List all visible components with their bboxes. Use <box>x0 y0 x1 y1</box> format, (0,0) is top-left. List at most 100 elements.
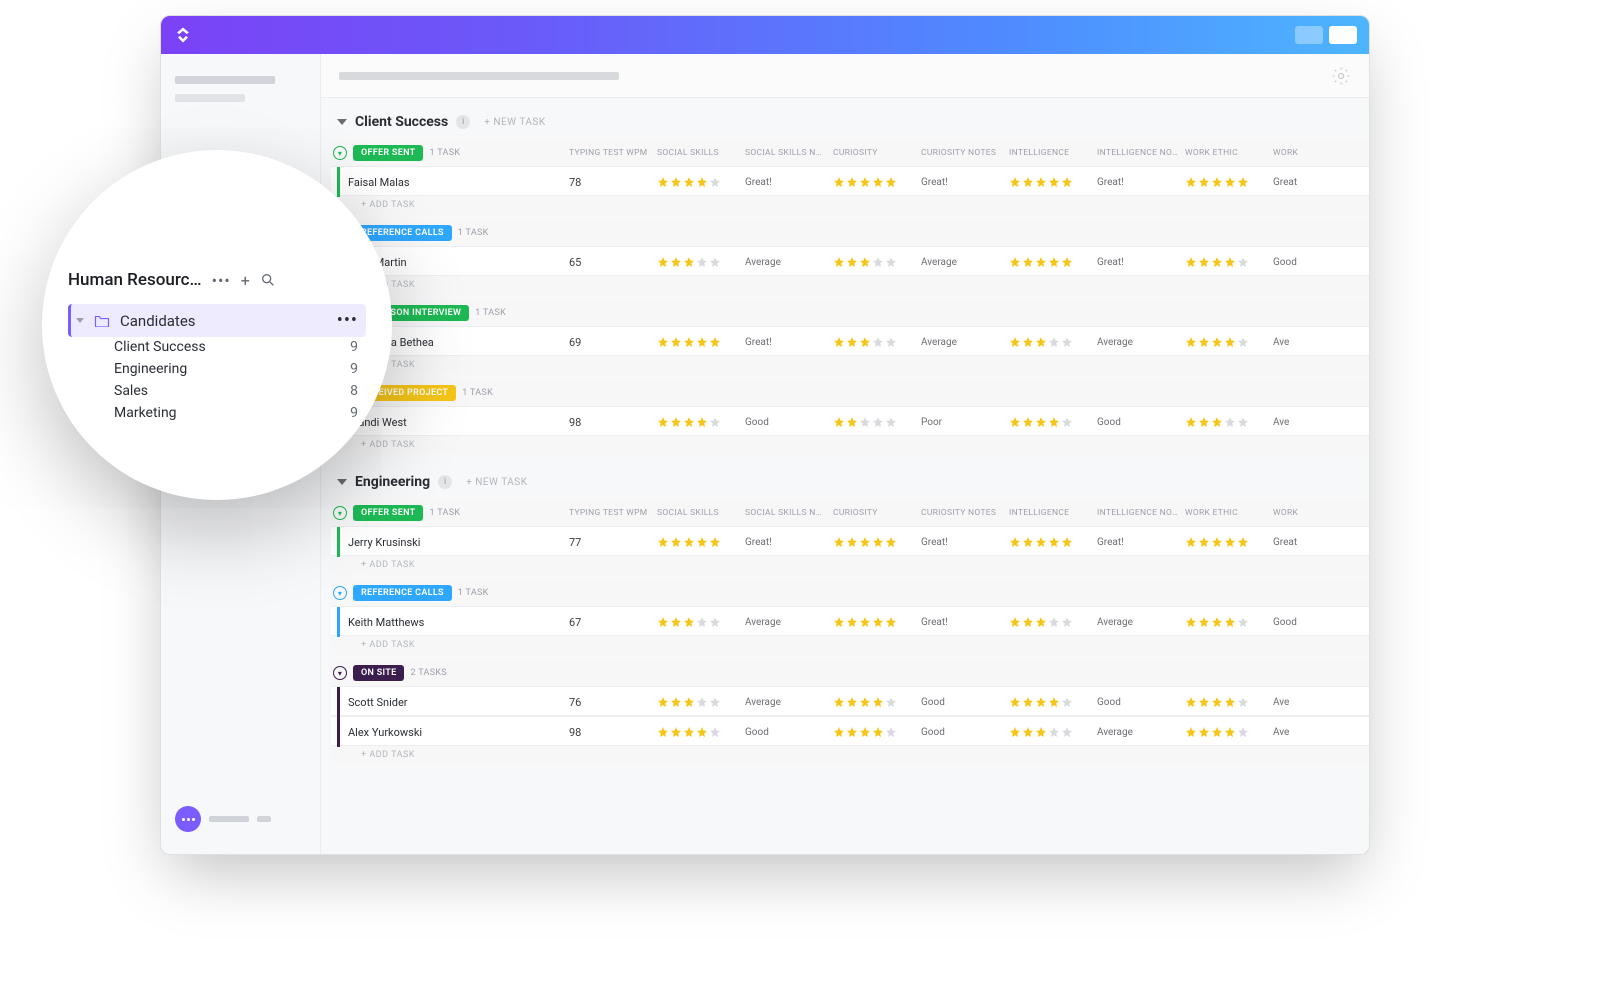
cell-typing-wpm[interactable]: 65 <box>569 256 657 269</box>
sidebar-list-item[interactable]: Engineering9 <box>68 361 366 377</box>
sidebar-list-item[interactable]: Marketing9 <box>68 405 366 421</box>
cell-social-skills[interactable] <box>657 536 745 548</box>
star-rating[interactable] <box>657 616 745 628</box>
cell-intelligence[interactable] <box>1009 616 1097 628</box>
star-rating[interactable] <box>833 176 921 188</box>
cell-social-notes[interactable]: Great! <box>745 177 833 188</box>
cell-social-notes[interactable]: Average <box>745 257 833 268</box>
cell-social-notes[interactable]: Average <box>745 697 833 708</box>
star-rating[interactable] <box>1185 696 1273 708</box>
cell-intelligence[interactable] <box>1009 176 1097 188</box>
star-rating[interactable] <box>657 726 745 738</box>
cell-curiosity-notes[interactable]: Poor <box>921 417 1009 428</box>
cell-intelligence-notes[interactable]: Average <box>1097 617 1185 628</box>
star-rating[interactable] <box>833 726 921 738</box>
star-rating[interactable] <box>1009 256 1097 268</box>
cell-social-notes[interactable]: Good <box>745 417 833 428</box>
cell-curiosity-notes[interactable]: Average <box>921 337 1009 348</box>
cell-curiosity[interactable] <box>833 176 921 188</box>
star-rating[interactable] <box>833 536 921 548</box>
cell-work-ethic[interactable] <box>1185 696 1273 708</box>
cell-intelligence[interactable] <box>1009 696 1097 708</box>
star-rating[interactable] <box>1009 536 1097 548</box>
status-pill[interactable]: OFFER SENT <box>353 145 423 161</box>
cell-social-skills[interactable] <box>657 336 745 348</box>
info-icon[interactable]: i <box>456 115 470 129</box>
cell-social-notes[interactable]: Great! <box>745 537 833 548</box>
cell-work-ethic-notes-partial[interactable]: Good <box>1273 257 1333 268</box>
task-row[interactable]: Scott Snider 76 Average Good Good Ave <box>331 686 1369 716</box>
collapse-status-icon[interactable]: ▾ <box>333 506 347 520</box>
star-rating[interactable] <box>1009 336 1097 348</box>
cell-social-skills[interactable] <box>657 616 745 628</box>
sidebar-folder-candidates[interactable]: Candidates ••• <box>68 304 366 337</box>
cell-curiosity-notes[interactable]: Good <box>921 697 1009 708</box>
cell-curiosity[interactable] <box>833 336 921 348</box>
task-row[interactable]: Alex Yurkowski 98 Good Good Average Ave <box>331 716 1369 746</box>
cell-work-ethic-notes-partial[interactable]: Ave <box>1273 417 1333 428</box>
cell-typing-wpm[interactable]: 76 <box>569 696 657 709</box>
cell-social-notes[interactable]: Great! <box>745 337 833 348</box>
cell-intelligence-notes[interactable]: Great! <box>1097 257 1185 268</box>
collapse-status-icon[interactable]: ▾ <box>333 666 347 680</box>
cell-intelligence[interactable] <box>1009 336 1097 348</box>
star-rating[interactable] <box>1009 416 1097 428</box>
star-rating[interactable] <box>657 696 745 708</box>
cell-intelligence-notes[interactable]: Great! <box>1097 177 1185 188</box>
cell-curiosity-notes[interactable]: Great! <box>921 177 1009 188</box>
add-task-link[interactable]: + ADD TASK <box>331 636 1369 654</box>
add-task-link[interactable]: + ADD TASK <box>331 556 1369 574</box>
cell-typing-wpm[interactable]: 98 <box>569 726 657 739</box>
collapse-status-icon[interactable]: ▾ <box>333 146 347 160</box>
add-task-link[interactable]: + ADD TASK <box>331 276 1369 294</box>
search-icon[interactable] <box>260 272 276 288</box>
cell-work-ethic-notes-partial[interactable]: Great <box>1273 177 1333 188</box>
new-task-link[interactable]: + NEW TASK <box>466 477 527 488</box>
task-row[interactable]: Brandi West 98 Good Poor Good Ave <box>331 406 1369 436</box>
task-row[interactable]: Faisal Malas 78 Great! Great! Great! Gre… <box>331 166 1369 196</box>
star-rating[interactable] <box>833 416 921 428</box>
task-row[interactable]: Alexandra Bethea 69 Great! Average Avera… <box>331 326 1369 356</box>
cell-work-ethic[interactable] <box>1185 256 1273 268</box>
cell-social-notes[interactable]: Good <box>745 727 833 738</box>
cell-intelligence-notes[interactable]: Great! <box>1097 537 1185 548</box>
cell-curiosity[interactable] <box>833 726 921 738</box>
more-menu-icon[interactable]: ••• <box>337 310 358 331</box>
star-rating[interactable] <box>657 536 745 548</box>
window-minimize-button[interactable] <box>1295 26 1323 44</box>
star-rating[interactable] <box>1185 536 1273 548</box>
star-rating[interactable] <box>1185 616 1273 628</box>
star-rating[interactable] <box>1009 616 1097 628</box>
new-task-link[interactable]: + NEW TASK <box>484 117 545 128</box>
star-rating[interactable] <box>833 336 921 348</box>
cell-intelligence-notes[interactable]: Good <box>1097 697 1185 708</box>
star-rating[interactable] <box>833 616 921 628</box>
chevron-down-icon[interactable] <box>337 479 347 485</box>
cell-work-ethic-notes-partial[interactable]: Good <box>1273 617 1333 628</box>
cell-intelligence[interactable] <box>1009 416 1097 428</box>
info-icon[interactable]: i <box>438 475 452 489</box>
status-pill[interactable]: REFERENCE CALLS <box>353 585 452 601</box>
cell-curiosity[interactable] <box>833 616 921 628</box>
cell-curiosity[interactable] <box>833 256 921 268</box>
star-rating[interactable] <box>1185 726 1273 738</box>
cell-social-skills[interactable] <box>657 416 745 428</box>
cell-curiosity-notes[interactable]: Average <box>921 257 1009 268</box>
task-row[interactable]: Zack Martin 65 Average Average Great! Go… <box>331 246 1369 276</box>
star-rating[interactable] <box>657 256 745 268</box>
cell-intelligence[interactable] <box>1009 726 1097 738</box>
cell-work-ethic-notes-partial[interactable]: Ave <box>1273 727 1333 738</box>
cell-social-skills[interactable] <box>657 696 745 708</box>
group-title[interactable]: Client Success <box>355 114 448 130</box>
add-task-link[interactable]: + ADD TASK <box>331 746 1369 764</box>
sidebar-list-item[interactable]: Sales8 <box>68 383 366 399</box>
star-rating[interactable] <box>1185 256 1273 268</box>
cell-curiosity[interactable] <box>833 696 921 708</box>
star-rating[interactable] <box>1185 336 1273 348</box>
chevron-down-icon[interactable] <box>337 119 347 125</box>
cell-social-skills[interactable] <box>657 726 745 738</box>
task-row[interactable]: Keith Matthews 67 Average Great! Average… <box>331 606 1369 636</box>
cell-work-ethic[interactable] <box>1185 416 1273 428</box>
chat-icon[interactable] <box>175 806 201 832</box>
cell-work-ethic-notes-partial[interactable]: Great <box>1273 537 1333 548</box>
